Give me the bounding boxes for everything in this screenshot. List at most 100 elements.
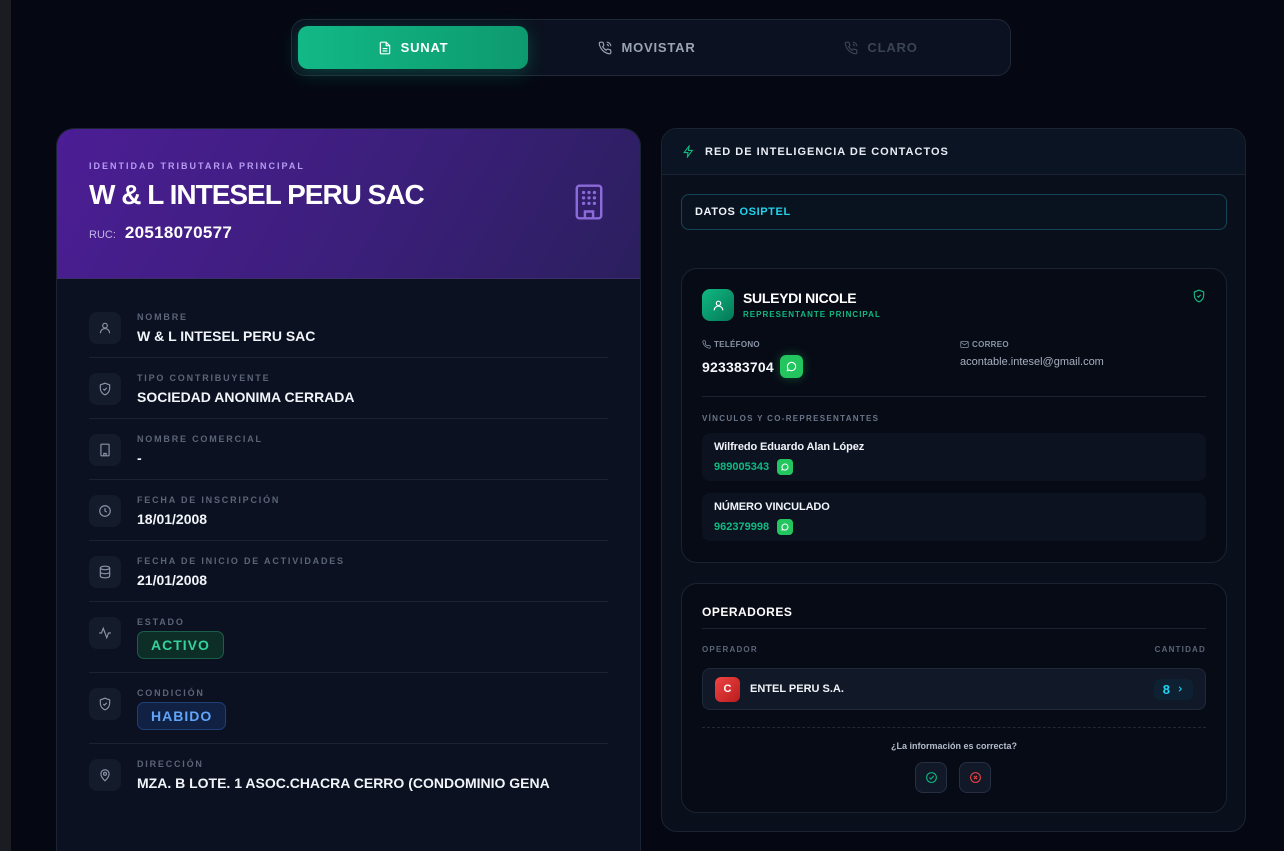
chat-icon [781,463,789,471]
field-tipo-contribuyente: TIPO CONTRIBUYENTE SOCIEDAD ANONIMA CERRA… [89,358,608,419]
field-value: - [137,450,142,466]
field-label: TIPO CONTRIBUYENTE [137,373,271,383]
company-name: W & L INTESEL PERU SAC [89,179,425,210]
tab-sunat-label: SUNAT [400,40,449,55]
phone-row: 923383704 [702,355,803,378]
field-value: 21/01/2008 [137,572,208,588]
column-header-count: CANTIDAD [1154,645,1206,654]
divider [702,727,1206,728]
field-label: NOMBRE [137,312,188,322]
chat-icon [786,361,797,372]
tab-claro-label: CLARO [867,40,918,55]
contact-name: SULEYDI NICOLE [743,290,857,306]
ruc-value: 20518070577 [124,223,233,242]
contact-intelligence-panel: RED DE INTELIGENCIA DE CONTACTOS DATOS O… [661,128,1246,832]
feedback-question: ¿La información es correcta? [890,741,1018,751]
tab-movistar-label: MOVISTAR [621,40,696,55]
field-label: FECHA DE INSCRIPCIÓN [137,495,281,505]
field-label: ESTADO [137,617,185,627]
contact-card: SULEYDI NICOLE REPRESENTANTE PRINCIPAL T… [681,268,1227,563]
phone-label-row: TELÉFONO [702,340,803,349]
phone-icon [845,41,858,54]
database-icon-box [89,556,121,588]
field-nombre-comercial: NOMBRE COMERCIAL - [89,419,608,480]
field-value: 18/01/2008 [137,511,208,527]
activity-icon-box [89,617,121,649]
osiptel-prefix: DATOS [695,206,736,218]
operator-count-button[interactable]: 8 [1153,678,1193,700]
vinculo-phone-row: 989005343 [714,459,1194,475]
vinculo-name: NÚMERO VINCULADO [714,501,830,513]
field-nombre: NOMBRE W & L INTESEL PERU SAC [89,297,608,358]
field-direccion: DIRECCIÓN MZA. B LOTE. 1 ASOC.CHACRA CERR… [89,744,608,804]
building-icon [575,184,603,220]
email-value[interactable]: acontable.intesel@gmail.com [960,356,1104,368]
operator-count: 8 [1162,681,1170,697]
map-pin-icon [100,769,110,782]
phone-label: TELÉFONO [714,340,760,349]
operator-name: ENTEL PERU S.A. [750,683,844,695]
vinculo-name: Wilfredo Eduardo Alan López [714,441,865,453]
source-tabs: SUNAT MOVISTAR CLARO [291,19,1011,76]
document-icon [379,41,390,54]
whatsapp-button[interactable] [777,459,794,475]
email-label-row: CORREO [960,340,1104,349]
vinculo-item: NÚMERO VINCULADO 962379998 [702,493,1206,541]
tab-movistar[interactable]: MOVISTAR [532,26,762,69]
vinculo-item: Wilfredo Eduardo Alan López 989005343 [702,433,1206,481]
user-icon [713,300,723,310]
condition-badge: HABIDO [137,702,227,730]
tab-sunat[interactable]: SUNAT [298,26,528,69]
ruc-row: RUC: 20518070577 [89,223,608,243]
field-label: CONDICIÓN [137,688,205,698]
email-label: CORREO [972,340,1009,349]
field-label: DIRECCIÓN [137,759,204,769]
divider [702,396,1206,397]
field-value: W & L INTESEL PERU SAC [137,328,316,344]
chat-icon [781,523,789,531]
field-value: MZA. B LOTE. 1 ASOC.CHACRA CERRO (CONDOM… [137,775,550,791]
phone-icon [702,340,711,349]
user-icon [99,322,111,334]
shield-icon-box [89,688,121,720]
avatar [702,289,734,321]
x-circle-icon [969,772,981,783]
database-icon [99,565,111,579]
phone-number: 923383704 [702,358,774,375]
phone-icon [599,41,612,54]
field-fecha-inscripcion: FECHA DE INSCRIPCIÓN 18/01/2008 [89,480,608,541]
column-header-operator: OPERADOR [702,645,758,654]
operator-row[interactable]: C ENTEL PERU S.A. 8 [702,668,1206,710]
mail-icon [960,341,969,348]
feedback-no-button[interactable] [959,762,991,793]
field-label: NOMBRE COMERCIAL [137,434,263,444]
clock-icon-box [89,495,121,527]
clock-icon [99,505,111,517]
feedback-yes-button[interactable] [915,762,947,793]
email-block: CORREO acontable.intesel@gmail.com [960,340,1104,368]
field-fecha-inicio: FECHA DE INICIO DE ACTIVIDADES 21/01/2008 [89,541,608,602]
osiptel-accent: OSIPTEL [739,206,791,218]
building-icon [100,443,110,457]
contact-role: REPRESENTANTE PRINCIPAL [743,310,881,319]
whatsapp-button[interactable] [777,519,794,535]
divider [702,628,1206,629]
user-icon-box [89,312,121,344]
field-list: NOMBRE W & L INTESEL PERU SAC TIPO CONTRI… [57,279,640,804]
window-edge [0,0,11,851]
tab-claro[interactable]: CLARO [766,26,996,69]
shield-check-icon [1193,289,1205,303]
vinculo-phone: 989005343 [714,461,770,473]
sunat-card: IDENTIDAD TRIBUTARIA PRINCIPAL W & L INT… [56,128,641,851]
check-circle-icon [925,772,937,783]
shield-icon [99,697,111,711]
whatsapp-button[interactable] [779,355,803,378]
phone-block: TELÉFONO 923383704 [702,340,803,378]
map-pin-icon-box [89,759,121,791]
shield-icon-box [89,373,121,405]
company-header: IDENTIDAD TRIBUTARIA PRINCIPAL W & L INT… [57,129,640,279]
vinculo-phone: 962379998 [714,521,770,533]
panel-header: RED DE INTELIGENCIA DE CONTACTOS [662,129,1245,175]
activity-icon [99,626,111,640]
operators-title: OPERADORES [702,605,793,619]
